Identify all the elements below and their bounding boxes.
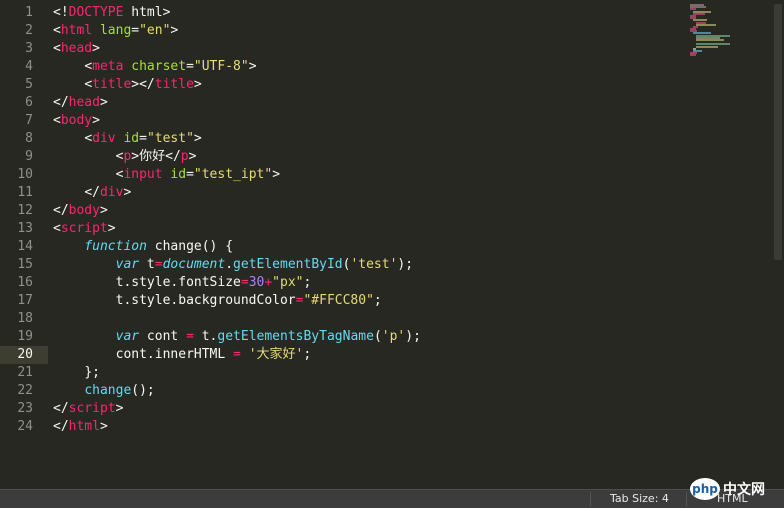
code-line: var cont = t.getElementsByTagName('p'); [115, 329, 421, 344]
line-number: 23 [17, 401, 33, 416]
code-line: change(); [84, 383, 155, 398]
status-separator [686, 492, 687, 506]
code-line: </head> [53, 95, 108, 110]
php-logo-icon: php [690, 478, 720, 500]
code-area[interactable]: <!DOCTYPE html> <html lang="en"> <head> … [53, 4, 683, 436]
line-number: 6 [25, 95, 33, 110]
watermark-text: 中文网 [723, 482, 765, 498]
code-line: <!DOCTYPE html> [53, 5, 171, 20]
code-line: <head> [53, 41, 100, 56]
tab-size-indicator[interactable]: Tab Size: 4 [610, 490, 669, 508]
line-number-current: 20 [17, 347, 33, 362]
line-number: 17 [17, 293, 33, 308]
code-line: var t=document.getElementById('test'); [115, 257, 414, 272]
line-number: 10 [17, 167, 33, 182]
line-number: 1 [25, 5, 33, 20]
line-number: 19 [17, 329, 33, 344]
code-line: </html> [53, 419, 108, 434]
code-line: t.style.backgroundColor="#FFCC80"; [115, 293, 382, 308]
code-line: </div> [84, 185, 132, 200]
code-line: }; [84, 365, 100, 380]
line-number-gutter: 1 2 3 4 5 6 7 8 9 10 11 12 13 14 15 16 1… [0, 4, 40, 436]
code-line: <html lang="en"> [53, 23, 179, 38]
line-number: 15 [17, 257, 33, 272]
line-number: 5 [25, 77, 33, 92]
line-number: 21 [17, 365, 33, 380]
code-line: <div id="test"> [84, 131, 202, 146]
code-line: </body> [53, 203, 108, 218]
code-line: <body> [53, 113, 100, 128]
php-cn-watermark: php 中文网 [690, 478, 780, 504]
code-line: <script> [53, 221, 116, 236]
line-number: 18 [17, 311, 33, 326]
status-separator [590, 492, 591, 506]
line-number: 13 [17, 221, 33, 236]
line-number: 4 [25, 59, 33, 74]
status-bar: Tab Size: 4 HTML [0, 489, 784, 508]
code-line: <meta charset="UTF-8"> [84, 59, 257, 74]
line-number: 16 [17, 275, 33, 290]
line-number: 8 [25, 131, 33, 146]
code-line: </script> [53, 401, 124, 416]
line-number: 3 [25, 41, 33, 56]
line-number: 24 [17, 419, 33, 434]
line-number: 7 [25, 113, 33, 128]
line-number: 22 [17, 383, 33, 398]
line-number: 11 [17, 185, 33, 200]
line-number: 2 [25, 23, 33, 38]
code-line-current: cont.innerHTML = '大家好'; [115, 347, 312, 362]
code-line: function change() { [84, 239, 234, 254]
code-line: t.style.fontSize=30+"px"; [115, 275, 312, 290]
vertical-scrollbar[interactable] [772, 0, 784, 489]
code-line: <title></title> [84, 77, 202, 92]
code-line: <input id="test_ipt"> [115, 167, 281, 182]
code-line: <p>你好</p> [115, 149, 197, 164]
scrollbar-thumb[interactable] [774, 4, 782, 260]
minimap[interactable] [690, 4, 740, 57]
line-number: 12 [17, 203, 33, 218]
code-editor[interactable]: 1 2 3 4 5 6 7 8 9 10 11 12 13 14 15 16 1… [0, 0, 784, 489]
line-number: 14 [17, 239, 33, 254]
line-number: 9 [25, 149, 33, 164]
